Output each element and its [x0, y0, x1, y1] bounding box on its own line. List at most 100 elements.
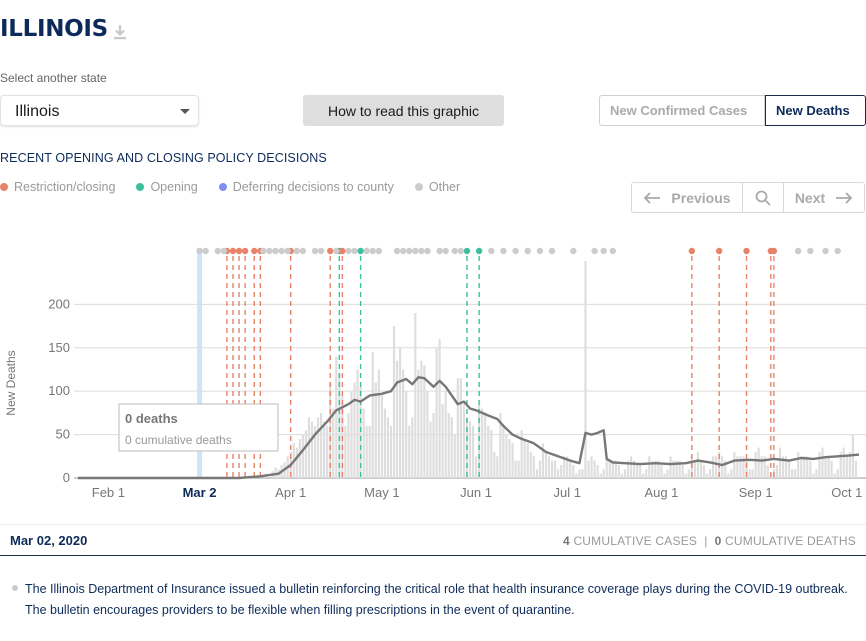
- event-marker-2020-04-14: [327, 247, 334, 255]
- other-event-marker-2020-06-14: [512, 247, 519, 255]
- bar-2020-09-21: [815, 469, 818, 478]
- bar-2020-08-31: [751, 469, 754, 478]
- deaths-chart[interactable]: 0 50 100 150 200 New Deaths Feb 1 Mar 2 Apr 1 May…: [0, 238, 866, 508]
- decision-bullet: [12, 585, 18, 591]
- metric-toggle: New Confirmed Cases New Deaths: [599, 95, 866, 126]
- other-event-marker-2020-03-08: [214, 247, 221, 255]
- event-marker-2020-05-29: [463, 247, 471, 255]
- chart-tooltip: 0 deaths 0 cumulative deaths: [118, 403, 279, 452]
- bar-2020-07-19: [620, 473, 624, 478]
- arrow-left-icon: [644, 191, 661, 204]
- other-event-marker-2020-05-22: [442, 247, 449, 255]
- bar-2020-06-05: [487, 425, 490, 478]
- bar-2020-05-05: [392, 326, 396, 478]
- other-event-marker-2020-09-24: [822, 247, 829, 255]
- state-select[interactable]: Illinois: [0, 95, 199, 126]
- bar-2020-07-08: [587, 460, 590, 478]
- x-tick-jun-1: Jun 1: [460, 485, 492, 500]
- bar-2020-04-13: [326, 425, 329, 478]
- other-event-marker-2020-05-25: [451, 247, 459, 255]
- bar-2020-08-30: [748, 469, 751, 478]
- bar-2020-07-09: [590, 456, 593, 478]
- other-event-marker-2020-03-10: [220, 247, 228, 255]
- bar-2020-06-18: [526, 443, 529, 478]
- bar-2020-06-12: [508, 438, 511, 478]
- y-tick-50: 50: [56, 427, 70, 442]
- bar-2020-05-20: [438, 339, 441, 478]
- x-tick-mar-2: Mar 2: [183, 485, 217, 500]
- other-event-marker-2020-05-06: [393, 247, 401, 255]
- bar-2020-05-23: [447, 412, 450, 478]
- bar-2020-09-22: [818, 451, 821, 478]
- bar-2020-10-01: [845, 456, 848, 478]
- selected-state: Illinois: [15, 103, 60, 120]
- bar-2020-05-22: [444, 391, 447, 478]
- bar-2020-08-10: [687, 469, 690, 478]
- bar-2020-09-14: [794, 469, 797, 478]
- other-event-marker-2020-04-26: [363, 247, 370, 255]
- bar-2020-09-15: [797, 451, 800, 478]
- select-state-label: Select another state: [0, 71, 107, 85]
- bar-2020-08-23: [727, 473, 730, 478]
- bar-2020-06-14: [514, 460, 517, 478]
- bar-2020-05-15: [423, 365, 426, 478]
- bar-2020-05-17: [429, 421, 432, 478]
- bar-2020-09-20: [812, 473, 815, 478]
- other-event-marker-2020-05-10: [406, 247, 413, 255]
- event-marker-2020-04-24: [357, 247, 364, 255]
- bar-2020-06-11: [505, 434, 508, 478]
- bar-2020-07-25: [639, 464, 642, 478]
- bar-2020-06-03: [481, 408, 484, 478]
- bar-2020-09-27: [833, 473, 836, 478]
- legend-dot-opening: [136, 183, 145, 191]
- other-event-marker-2020-04-30: [375, 247, 383, 255]
- policy-decision: The Illinois Department of Insurance iss…: [12, 579, 857, 621]
- other-event-marker-2020-09-19: [807, 247, 814, 255]
- bar-2020-04-30: [377, 369, 380, 478]
- other-event-marker-2020-03-25: [266, 247, 273, 255]
- bar-2020-03-27: [274, 467, 277, 478]
- bar-2020-07-15: [608, 460, 611, 478]
- previous-button[interactable]: Previous: [632, 183, 743, 212]
- bar-2020-08-21: [721, 456, 724, 478]
- bar-2020-07-03: [572, 464, 575, 478]
- other-event-marker-2020-06-06: [488, 247, 495, 255]
- download-icon[interactable]: [110, 22, 130, 42]
- bar-2020-06-20: [532, 456, 535, 478]
- bar-2020-09-01: [754, 451, 757, 478]
- bar-2020-06-04: [484, 412, 487, 478]
- bar-2020-06-21: [535, 469, 538, 478]
- bar-2020-06-15: [517, 460, 520, 478]
- legend-label-opening: Opening: [150, 180, 198, 194]
- bar-2020-05-09: [405, 391, 408, 478]
- bar-2020-04-16: [335, 356, 338, 478]
- new-cases-toggle[interactable]: New Confirmed Cases: [599, 95, 765, 126]
- how-to-read-button[interactable]: How to read this graphic: [303, 95, 504, 126]
- bar-2020-07-18: [617, 464, 620, 478]
- bar-2020-08-02: [663, 473, 666, 478]
- other-event-marker-2020-04-20: [345, 247, 352, 255]
- next-button[interactable]: Next: [784, 183, 864, 212]
- bar-2020-05-28: [462, 404, 466, 478]
- search-button[interactable]: [743, 183, 784, 212]
- bar-2020-05-18: [432, 412, 435, 478]
- other-event-marker-2020-04-05: [299, 247, 307, 255]
- bar-2020-04-23: [356, 369, 359, 478]
- x-tick-jul-1: Jul 1: [554, 485, 581, 500]
- other-event-marker-2020-06-18: [524, 247, 531, 255]
- bar-2020-04-25: [362, 408, 365, 478]
- other-event-marker-2020-05-12: [412, 247, 419, 255]
- legend-dot-restriction: [0, 183, 8, 191]
- bar-2020-08-25: [733, 451, 736, 478]
- other-event-marker-2020-04-22: [351, 247, 358, 255]
- legend-dot-other: [414, 183, 423, 191]
- bar-2020-04-04: [298, 438, 301, 478]
- chevron-down-icon: [180, 109, 190, 114]
- policy-nav: Previous Next: [631, 182, 865, 213]
- cumulative-deaths-value: 0: [714, 534, 722, 548]
- bar-2020-09-24: [824, 456, 827, 478]
- new-deaths-toggle[interactable]: New Deaths: [765, 95, 866, 126]
- other-event-marker-2020-04-09: [311, 247, 319, 255]
- bar-2020-08-12: [693, 460, 696, 478]
- bar-2020-05-16: [426, 391, 429, 478]
